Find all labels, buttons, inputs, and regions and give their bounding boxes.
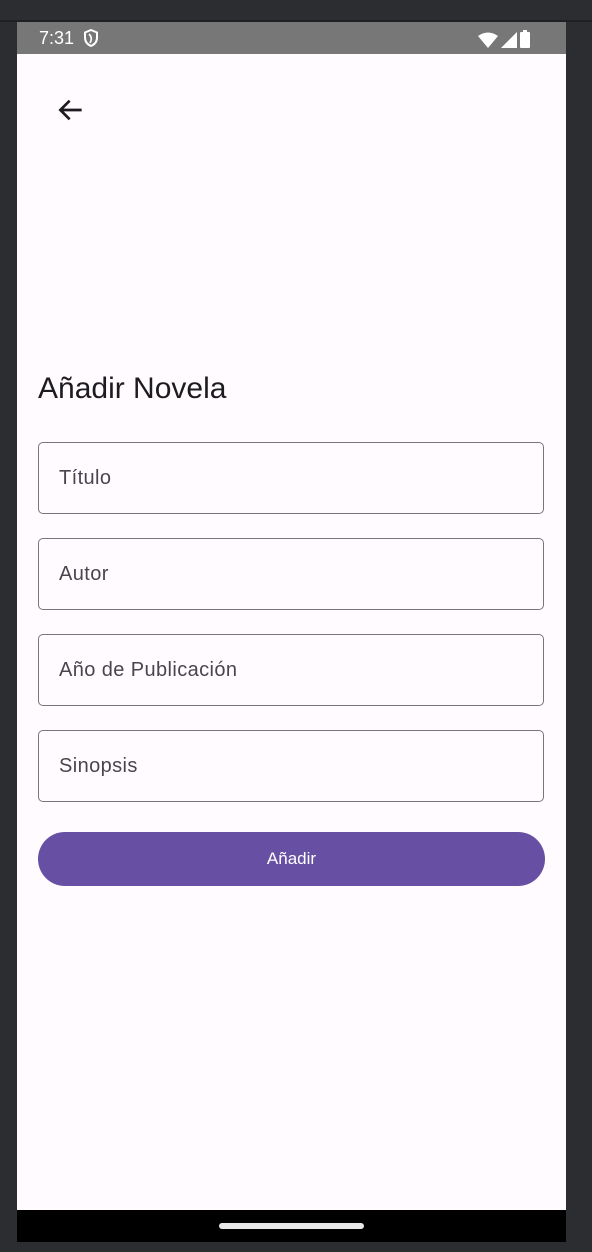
home-handle[interactable] xyxy=(219,1223,364,1229)
signal-icon xyxy=(501,32,517,48)
status-time: 7:31 xyxy=(39,28,75,48)
author-input[interactable] xyxy=(39,539,543,609)
author-field[interactable] xyxy=(38,538,544,610)
shield-icon xyxy=(84,29,98,47)
battery-icon xyxy=(520,30,530,48)
add-button[interactable]: Añadir xyxy=(38,832,545,886)
wifi-icon xyxy=(478,32,498,48)
navigation-bar xyxy=(17,1210,566,1242)
title-field[interactable] xyxy=(38,442,544,514)
arrow-back-icon[interactable] xyxy=(55,94,87,126)
status-bar: 7:31 xyxy=(17,22,566,54)
phone-screen: 7:31 Añadir Novela Añadir xyxy=(17,22,566,1242)
window-top-strip xyxy=(0,0,592,22)
synopsis-input[interactable] xyxy=(39,731,543,801)
publication-year-input[interactable] xyxy=(39,635,543,705)
publication-year-field[interactable] xyxy=(38,634,544,706)
synopsis-field[interactable] xyxy=(38,730,544,802)
title-input[interactable] xyxy=(39,443,543,513)
page-title: Añadir Novela xyxy=(38,372,227,405)
